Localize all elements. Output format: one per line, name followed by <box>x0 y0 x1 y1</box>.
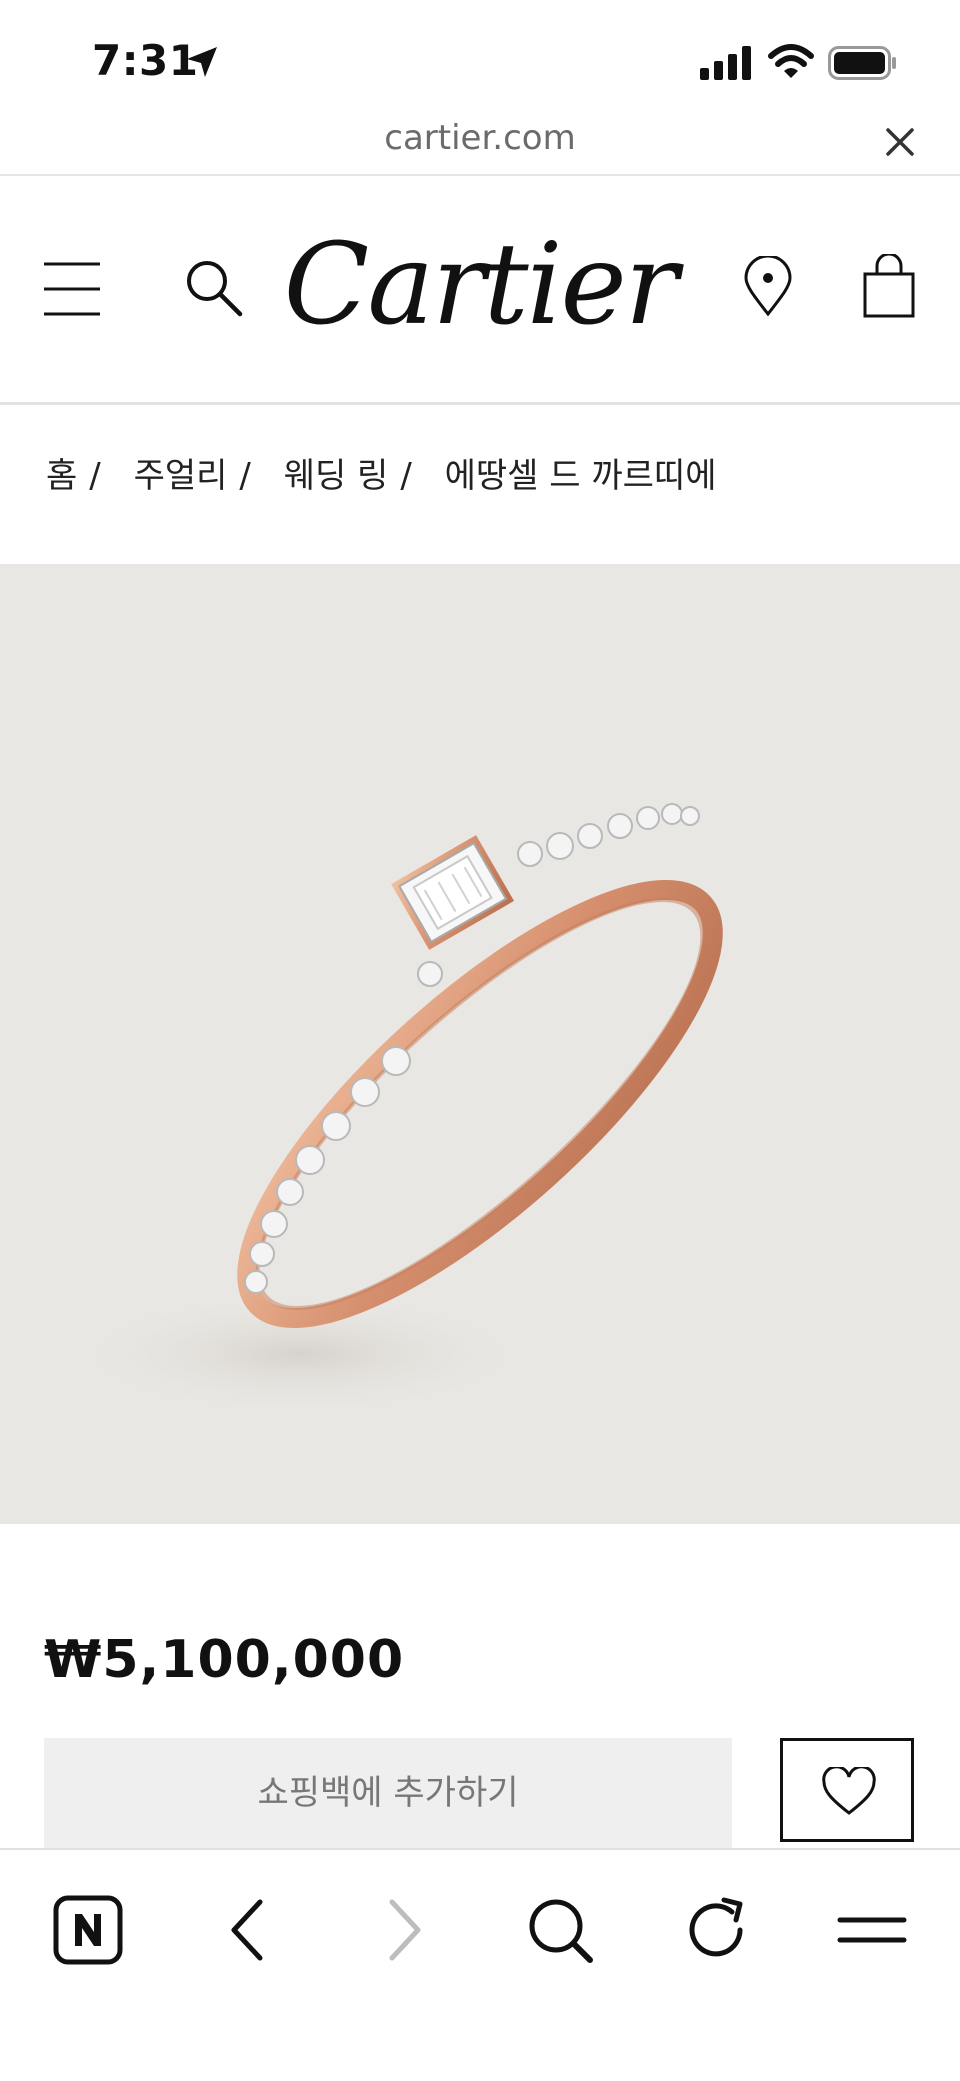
wifi-icon <box>768 44 814 78</box>
menu-icon[interactable] <box>832 1890 912 1970</box>
breadcrumb-separator: / <box>400 456 412 496</box>
shopping-bag-icon[interactable] <box>860 254 918 318</box>
ring-image <box>70 803 723 1414</box>
search-icon[interactable] <box>520 1890 600 1970</box>
battery-icon <box>828 46 896 80</box>
breadcrumb-jewelry[interactable]: 주얼리 <box>134 456 228 496</box>
breadcrumb-separator: / <box>89 456 101 496</box>
breadcrumb-current-product: 에땅셀 드 까르띠에 <box>444 456 717 496</box>
browser-toolbar <box>0 1848 960 2081</box>
reload-icon[interactable] <box>676 1890 756 1970</box>
close-icon[interactable] <box>880 122 920 162</box>
product-price: ₩5,100,000 <box>44 1630 405 1690</box>
status-time: 7:31 <box>92 36 199 85</box>
forward-icon[interactable] <box>364 1890 444 1970</box>
add-to-bag-button[interactable]: 쇼핑백에 추가하기 <box>44 1738 732 1854</box>
location-arrow-icon <box>187 47 217 77</box>
product-image-carousel[interactable] <box>0 564 960 1524</box>
heart-icon <box>822 1767 876 1815</box>
url-text[interactable]: cartier.com <box>0 118 960 158</box>
breadcrumb: 홈 / 주얼리 / 웨딩 링 / 에땅셀 드 까르띠에 <box>46 448 716 497</box>
cartier-logo[interactable]: Cartier <box>0 220 960 350</box>
breadcrumb-home[interactable]: 홈 <box>46 456 77 496</box>
store-locator-icon[interactable] <box>742 256 794 318</box>
url-bar[interactable]: cartier.com <box>0 100 960 176</box>
breadcrumb-separator: / <box>239 456 251 496</box>
back-icon[interactable] <box>208 1890 288 1970</box>
site-header: Cartier <box>0 176 960 405</box>
breadcrumb-wedding-rings[interactable]: 웨딩 링 <box>284 456 389 496</box>
cellular-signal-icon <box>700 46 751 80</box>
wishlist-button[interactable] <box>780 1738 914 1842</box>
naver-icon[interactable] <box>48 1890 128 1970</box>
